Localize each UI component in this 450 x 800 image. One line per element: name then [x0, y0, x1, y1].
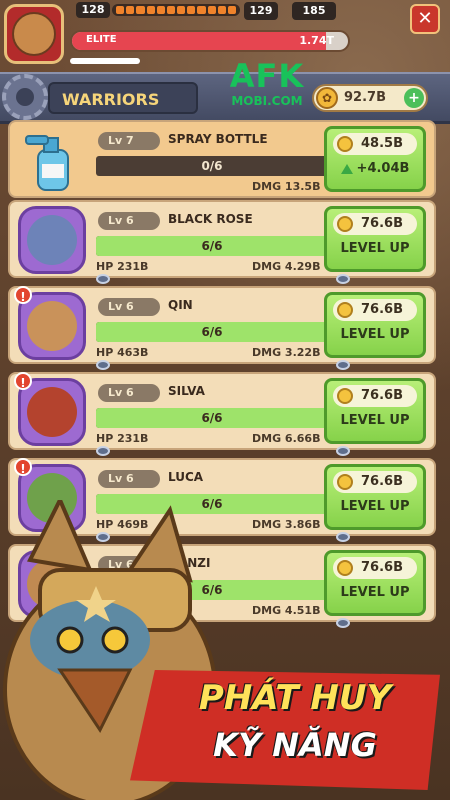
currency-display: ✿ 92.7B + [312, 84, 428, 112]
warrior-level-badge: Lv 6 [98, 384, 160, 402]
chain-connector [96, 446, 110, 456]
coin-icon [337, 474, 353, 490]
warrior-level-badge: Lv 6 [98, 470, 160, 488]
warrior-level-badge: Lv 6 [98, 212, 160, 230]
warrior-damage: DMG 3.22B [252, 346, 321, 359]
item-progress-bar: 0/6 [96, 156, 328, 176]
stage-progress-bar [70, 58, 140, 64]
warrior-progress-bar: 6/6 [96, 322, 328, 342]
warrior-progress-bar: 6/6 [96, 236, 328, 256]
item-row: Lv 7 SPRAY BOTTLE 0/6 DMG 13.5B 48.5B +4… [8, 120, 436, 198]
item-progress-text: 0/6 [201, 159, 223, 173]
avatar-portrait [12, 12, 56, 56]
level-up-cost: 76.6B [333, 471, 417, 493]
chain-connector [336, 532, 350, 542]
gear-icon[interactable] [2, 74, 48, 120]
warrior-name: BLACK ROSE [168, 212, 253, 226]
warrior-damage: DMG 4.29B [252, 260, 321, 273]
item-damage: DMG 13.5B [252, 180, 321, 193]
paw-coin-icon: ✿ [316, 87, 338, 109]
warrior-hp: HP 231B [96, 432, 149, 445]
warrior-row: ! Lv 6 SILVA 6/6 HP 231B DMG 6.66B 76.6B… [8, 372, 436, 456]
warrior-progress-bar: 6/6 [96, 408, 328, 428]
coin-icon [337, 560, 353, 576]
warrior-damage: DMG 4.51B [252, 604, 321, 617]
coin-icon [337, 388, 353, 404]
elite-value: 1.74T [299, 34, 334, 47]
elite-label: ELITE [86, 34, 117, 45]
tab-warriors[interactable]: WARRIORS [48, 82, 198, 114]
chain-connector [96, 274, 110, 284]
chain-connector [336, 274, 350, 284]
warrior-level-badge: Lv 6 [98, 298, 160, 316]
upgrade-gain: +4.04B [327, 161, 423, 176]
chain-connector [336, 618, 350, 628]
level-up-label: LEVEL UP [340, 327, 410, 342]
level-up-button[interactable]: 76.6B LEVEL UP [324, 464, 426, 530]
level-up-label: LEVEL UP [340, 499, 410, 514]
alert-icon: ! [14, 458, 32, 476]
alert-icon: ! [14, 286, 32, 304]
warrior-name: SILVA [168, 384, 205, 398]
chain-connector [336, 360, 350, 370]
stat-counter-1: 129 [244, 2, 278, 20]
warrior-name: LUCA [168, 470, 204, 484]
chain-connector [96, 360, 110, 370]
item-level-badge: Lv 7 [98, 132, 160, 150]
arrow-up-icon [340, 163, 353, 174]
level-up-label: LEVEL UP [340, 585, 410, 600]
logo-bottom-text: MOBI.COM [231, 94, 303, 108]
warrior-progress-text: 6/6 [201, 325, 223, 339]
alert-icon: ! [14, 372, 32, 390]
upgrade-item-button[interactable]: 48.5B +4.04B [324, 126, 426, 192]
watermark-logo: AFK MOBI.COM [222, 58, 312, 114]
player-level: 128 [76, 2, 110, 18]
level-up-button[interactable]: 76.6B LEVEL UP [324, 206, 426, 272]
warrior-name: QIN [168, 298, 193, 312]
warrior-damage: DMG 6.66B [252, 432, 321, 445]
player-avatar[interactable] [4, 4, 64, 64]
experience-bar [112, 4, 240, 16]
promo-title-line-1: PHÁT HUY [198, 678, 392, 718]
chain-connector [336, 446, 350, 456]
warrior-hp: HP 231B [96, 260, 149, 273]
upgrade-cost: 48.5B [333, 133, 417, 155]
warrior-progress-text: 6/6 [201, 239, 223, 253]
item-name: SPRAY BOTTLE [168, 132, 268, 146]
promo-title-line-2: KỸ NĂNG [213, 726, 377, 764]
warrior-hp: HP 463B [96, 346, 149, 359]
level-up-cost: 76.6B [333, 557, 417, 579]
level-up-button[interactable]: 76.6B LEVEL UP [324, 550, 426, 616]
warrior-damage: DMG 3.86B [252, 518, 321, 531]
warrior-progress-text: 6/6 [201, 411, 223, 425]
level-up-label: LEVEL UP [340, 241, 410, 256]
level-up-button[interactable]: 76.6B LEVEL UP [324, 378, 426, 444]
level-up-label: LEVEL UP [340, 413, 410, 428]
add-currency-button[interactable]: + [404, 88, 424, 108]
coin-icon [337, 216, 353, 232]
elite-boss-bar: ELITE 1.74T [70, 30, 350, 52]
warrior-row: ! Lv 6 QIN 6/6 HP 463B DMG 3.22B 76.6B L… [8, 286, 436, 370]
close-button[interactable]: ✕ [410, 4, 440, 34]
coin-icon [337, 302, 353, 318]
spray-bottle-icon [25, 135, 69, 191]
warrior-face [27, 215, 77, 265]
logo-top-text: AFK [229, 57, 305, 95]
level-up-button[interactable]: 76.6B LEVEL UP [324, 292, 426, 358]
level-up-cost: 76.6B [333, 299, 417, 321]
level-up-cost: 76.6B [333, 213, 417, 235]
warrior-face [27, 301, 77, 351]
currency-value: 92.7B [344, 90, 386, 105]
level-up-cost: 76.6B [333, 385, 417, 407]
stat-counter-2: 185 [292, 2, 336, 20]
warrior-face [27, 387, 77, 437]
warrior-portrait[interactable] [18, 206, 86, 274]
warrior-row: Lv 6 BLACK ROSE 6/6 HP 231B DMG 4.29B 76… [8, 200, 436, 284]
coin-icon [337, 136, 353, 152]
